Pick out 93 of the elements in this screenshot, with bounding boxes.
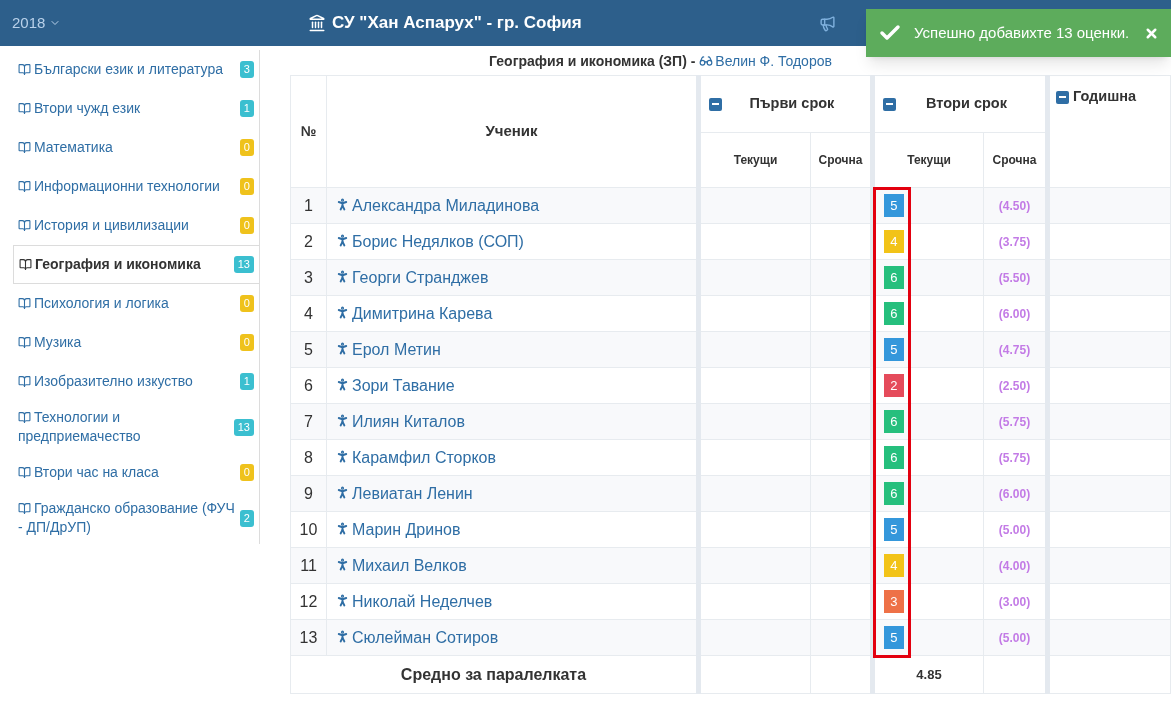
subject-item[interactable]: Български език и литература 3 — [13, 50, 260, 89]
grade-badge[interactable]: 5 — [884, 626, 904, 649]
row-number: 7 — [290, 403, 327, 440]
book-icon — [19, 257, 32, 271]
subject-item[interactable]: Информационни технологии 0 — [13, 167, 260, 206]
subject-item[interactable]: География и икономика 13 — [13, 245, 260, 284]
person-icon — [335, 413, 350, 429]
subject-item[interactable]: Гражданско образование (ФУЧ - ДП/ДрУП) 2 — [13, 492, 260, 544]
year-dropdown[interactable]: 2018 — [12, 11, 62, 35]
row-number: 4 — [290, 295, 327, 332]
book-icon — [18, 335, 31, 349]
book-icon — [18, 101, 31, 115]
column-header: Ученик — [326, 75, 699, 188]
book-icon — [18, 218, 31, 232]
collapse-icon[interactable] — [883, 97, 896, 111]
book-icon — [18, 62, 31, 76]
count-badge: 0 — [239, 334, 254, 351]
row-number: 10 — [290, 511, 327, 548]
person-icon — [335, 449, 350, 465]
subject-item[interactable]: Втори чужд език 1 — [13, 89, 260, 128]
row-number: 12 — [290, 583, 327, 620]
student-link[interactable]: Левиатан Ленин — [335, 484, 473, 502]
count-badge: 0 — [239, 217, 254, 234]
person-icon — [335, 341, 350, 357]
book-icon — [18, 140, 31, 154]
subject-item[interactable]: Музика 0 — [13, 323, 260, 362]
count-badge: 13 — [233, 418, 254, 436]
person-icon — [335, 269, 350, 285]
grade-badge[interactable]: 5 — [884, 194, 904, 217]
subject-item[interactable]: Изобразително изкуство 1 — [13, 362, 260, 401]
person-icon — [335, 377, 350, 393]
person-icon — [335, 593, 350, 609]
megaphone-icon[interactable] — [819, 15, 836, 32]
row-number: 6 — [290, 367, 327, 404]
row-number: 1 — [290, 187, 327, 224]
person-icon — [335, 485, 350, 501]
column-header: № — [290, 75, 327, 188]
footer-label: Средно за паралелката — [290, 655, 699, 694]
count-badge: 13 — [233, 256, 254, 273]
close-icon[interactable] — [1144, 25, 1159, 41]
book-icon — [18, 374, 31, 388]
student-link[interactable]: Илиян Киталов — [335, 412, 465, 430]
school-title: СУ "Хан Аспарух" - гр. София — [332, 12, 582, 35]
count-badge: 2 — [239, 509, 254, 527]
subject-item[interactable]: Психология и логика 0 — [13, 284, 260, 323]
count-badge: 1 — [239, 100, 254, 117]
subject-title: География и икономика (ЗП) — [489, 53, 687, 69]
glasses-icon — [699, 54, 714, 69]
subject-item[interactable]: Математика 0 — [13, 128, 260, 167]
count-badge: 0 — [239, 295, 254, 312]
row-number: 3 — [290, 259, 327, 296]
student-link[interactable]: Михаил Велков — [335, 556, 467, 574]
person-icon — [335, 557, 350, 573]
count-badge: 0 — [239, 139, 254, 156]
separator-text: - — [690, 53, 696, 69]
student-link[interactable]: Марин Дринов — [335, 520, 461, 538]
class-average: 4.85 — [872, 655, 984, 694]
term-header: Втори срок — [925, 94, 1008, 114]
book-icon — [18, 501, 31, 515]
toast-message: Успешно добавихте 13 оценки. — [914, 22, 1130, 43]
grade-badge[interactable]: 5 — [884, 518, 904, 541]
grade-badge[interactable]: 5 — [884, 338, 904, 361]
student-link[interactable]: Ерол Метин — [335, 340, 441, 358]
row-number: 11 — [290, 547, 327, 584]
row-number: 9 — [290, 475, 327, 512]
count-badge: 0 — [239, 178, 254, 195]
term-header: Годишна — [1072, 88, 1137, 104]
count-badge: 1 — [239, 373, 254, 390]
grade-badge[interactable]: 3 — [884, 590, 904, 613]
person-icon — [335, 197, 350, 213]
count-badge: 3 — [239, 61, 254, 78]
building-icon — [308, 14, 326, 32]
row-number: 13 — [290, 619, 327, 656]
row-number: 8 — [290, 439, 327, 476]
subject-item[interactable]: Втори час на класа 0 — [13, 453, 260, 492]
book-icon — [18, 465, 31, 479]
book-icon — [18, 179, 31, 193]
collapse-icon[interactable] — [1056, 90, 1069, 104]
grade-badge[interactable]: 2 — [884, 374, 904, 397]
row-number: 2 — [290, 223, 327, 260]
student-link[interactable]: Зори Тавание — [335, 376, 455, 394]
term-header: Първи срок — [748, 94, 836, 114]
person-icon — [335, 629, 350, 645]
person-icon — [335, 305, 350, 321]
book-icon — [18, 296, 31, 310]
person-icon — [335, 521, 350, 537]
count-badge: 0 — [239, 464, 254, 481]
book-icon — [18, 410, 31, 424]
collapse-icon[interactable] — [709, 97, 722, 111]
person-icon — [335, 233, 350, 249]
subject-item[interactable]: Технологии и предприемачество 13 — [13, 401, 260, 453]
teacher-link[interactable]: Велин Ф. Тодоров — [699, 53, 832, 69]
row-number: 5 — [290, 331, 327, 368]
